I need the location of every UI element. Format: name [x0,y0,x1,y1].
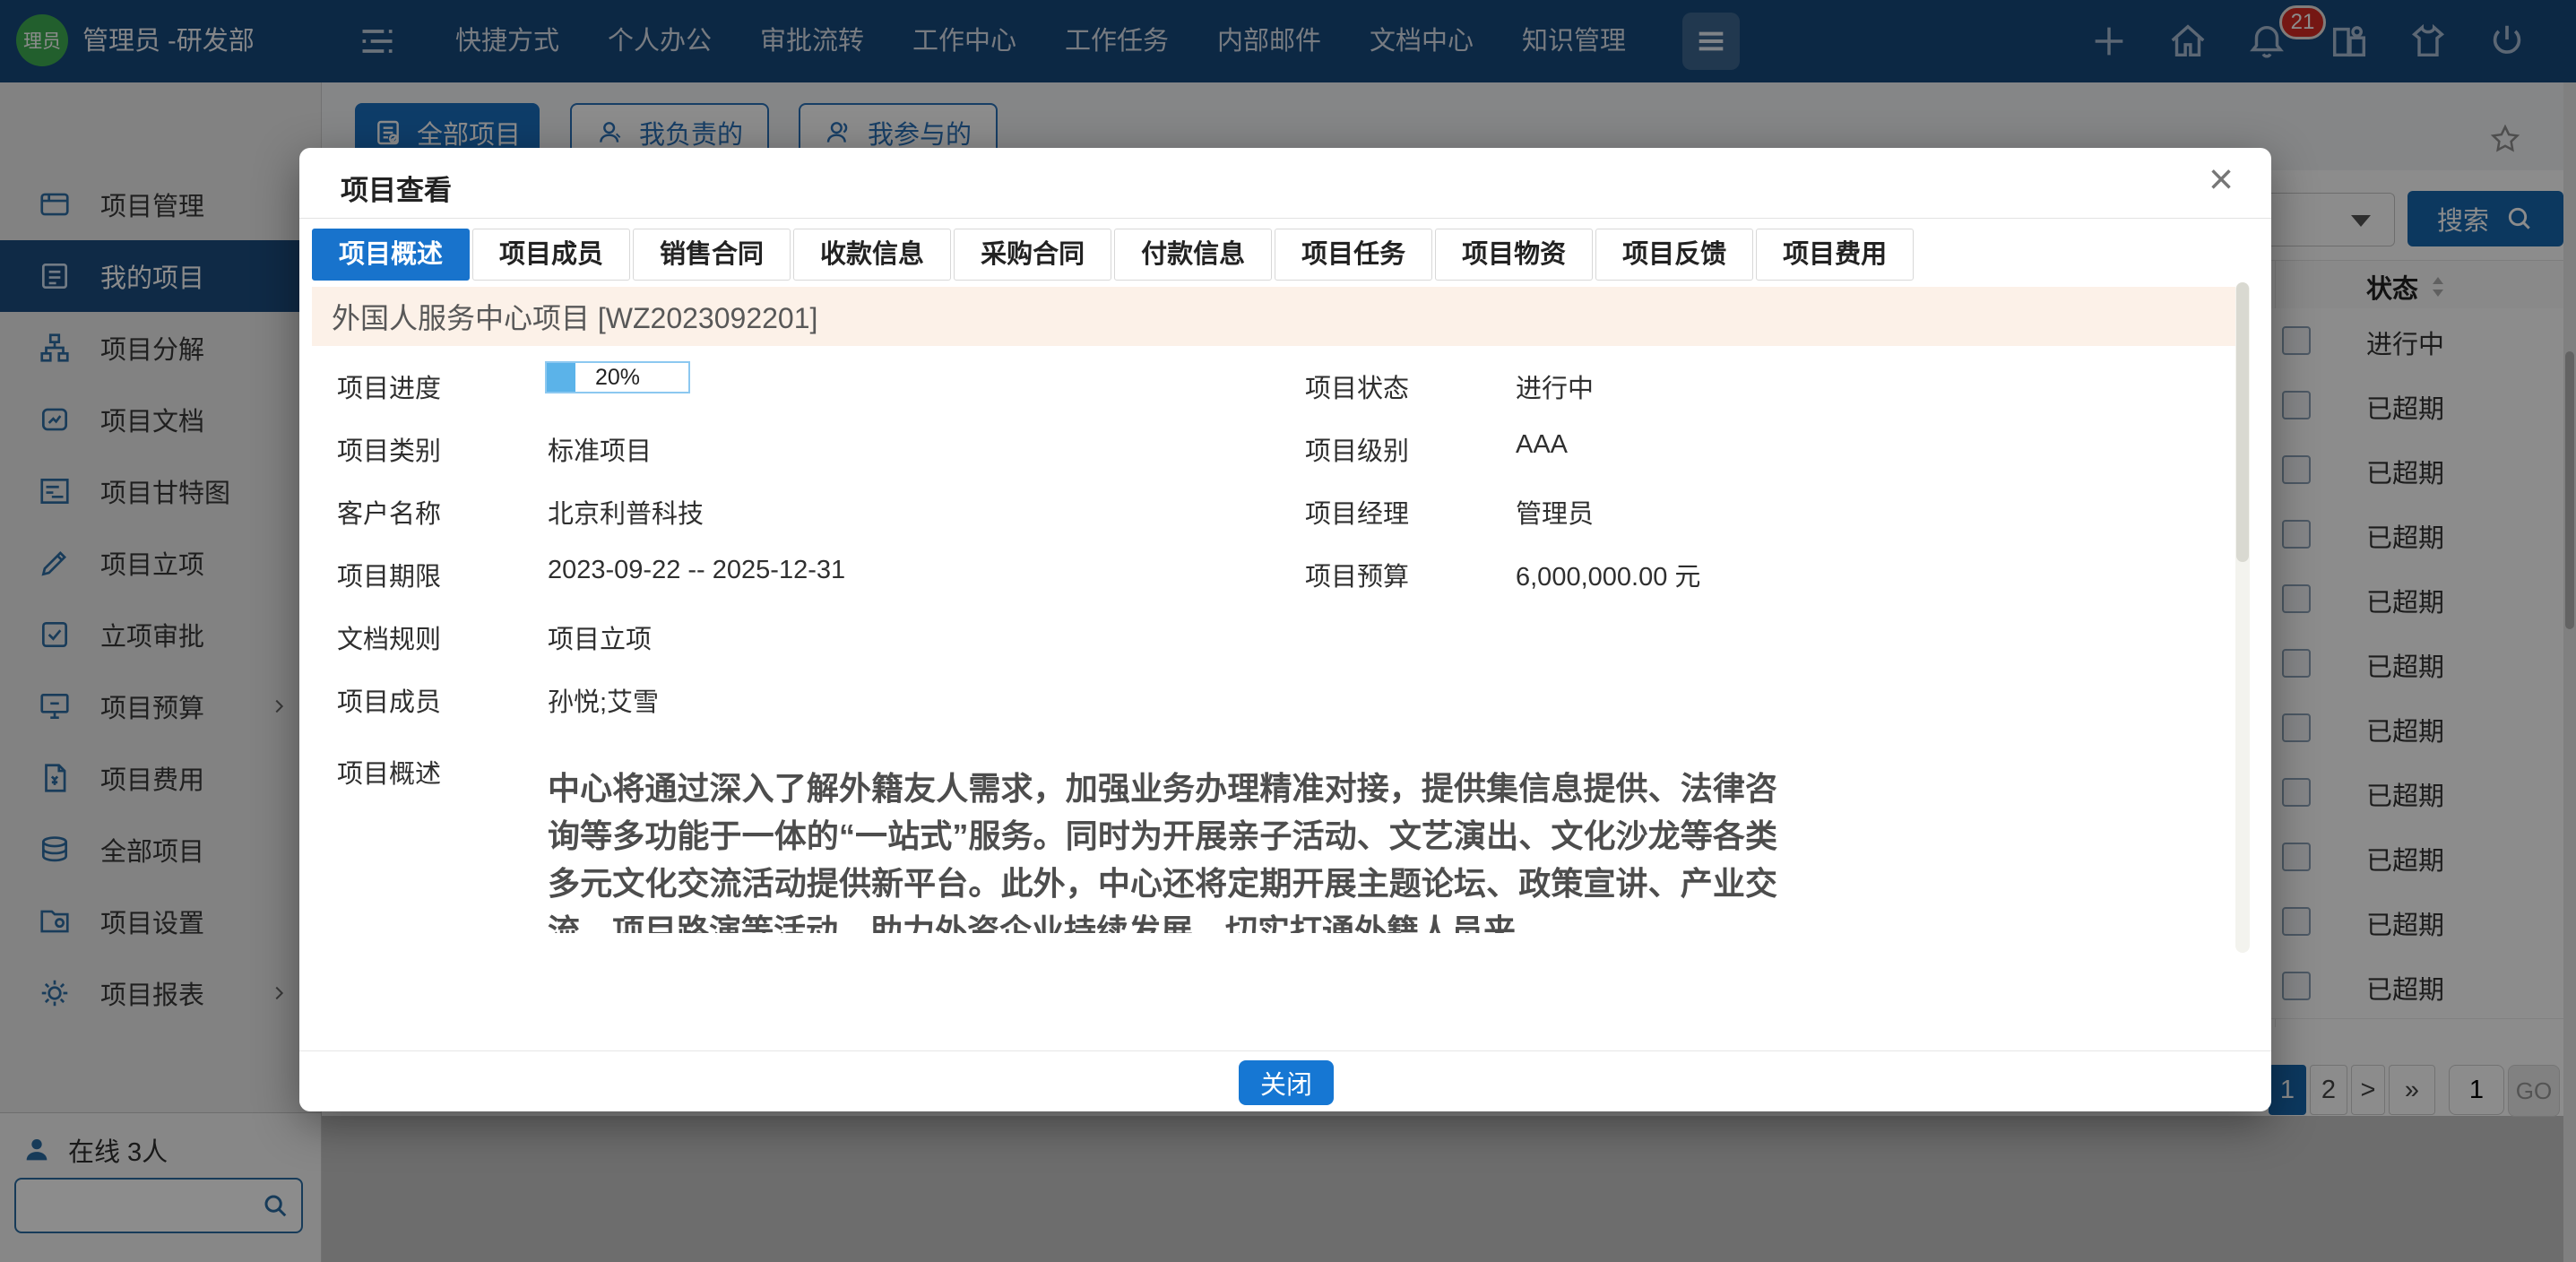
app-root: 理员 管理员 -研发部 快捷方式 个人办公 审批流转 工作中心 工作任务 内部邮… [0,0,2576,1262]
modal-scrollbar-thumb[interactable] [2236,282,2249,562]
field-label: 项目预算 [1305,556,1409,593]
tab-project-tasks[interactable]: 项目任务 [1275,229,1432,281]
field-value: AAA [1516,430,1568,460]
field-value: 管理员 [1516,493,1594,531]
project-title: 外国人服务中心项目 [WZ2023092201] [332,296,817,337]
project-view-modal: 项目查看 × 项目概述 项目成员 销售合同 收款信息 采购合同 付款信息 项目任… [299,148,2271,1111]
field-label: 客户名称 [337,493,441,531]
field-value: 北京利普科技 [548,493,704,531]
close-button[interactable]: 关闭 [1239,1060,1334,1105]
modal-footer: 关闭 [299,1050,2271,1111]
field-label: 项目经理 [1305,493,1409,531]
field-label: 项目类别 [337,430,441,468]
tab-sales-contracts[interactable]: 销售合同 [633,229,791,281]
modal-title: 项目查看 [341,168,452,208]
field-value: 项目立项 [548,618,652,656]
tab-purchase-contracts[interactable]: 采购合同 [954,229,1111,281]
field-label: 项目期限 [337,556,441,593]
tab-project-members[interactable]: 项目成员 [472,229,630,281]
modal-tabs: 项目概述 项目成员 销售合同 收款信息 采购合同 付款信息 项目任务 项目物资 … [312,229,1914,281]
field-value: 进行中 [1516,367,1594,405]
close-icon[interactable]: × [2209,159,2234,202]
tab-project-cost[interactable]: 项目费用 [1756,229,1914,281]
field-label: 项目进度 [337,367,441,405]
field-value: 6,000,000.00 元 [1516,556,1700,593]
field-value: 2023-09-22 -- 2025-12-31 [548,556,845,585]
modal-scrollbar[interactable] [2235,282,2250,953]
tab-payment-info[interactable]: 付款信息 [1114,229,1272,281]
field-value: 孙悦;艾雪 [548,681,659,719]
project-title-banner: 外国人服务中心项目 [WZ2023092201] [312,287,2235,346]
tab-project-materials[interactable]: 项目物资 [1435,229,1593,281]
tab-project-feedback[interactable]: 项目反馈 [1595,229,1753,281]
progress-bar: 20% [545,361,690,393]
field-label: 项目级别 [1305,430,1409,468]
field-label: 项目成员 [337,681,441,719]
field-label: 文档规则 [337,618,441,656]
tab-project-overview[interactable]: 项目概述 [312,229,470,281]
overview-label: 项目概述 [337,753,441,791]
field-value: 标准项目 [548,430,652,468]
overview-text: 中心将通过深入了解外籍友人需求，加强业务办理精准对接，提供集信息提供、法律咨询等… [548,765,1777,933]
field-label: 项目状态 [1305,367,1409,405]
modal-header-divider [299,218,2271,219]
progress-text: 20% [547,363,688,392]
tab-receipt-info[interactable]: 收款信息 [793,229,951,281]
